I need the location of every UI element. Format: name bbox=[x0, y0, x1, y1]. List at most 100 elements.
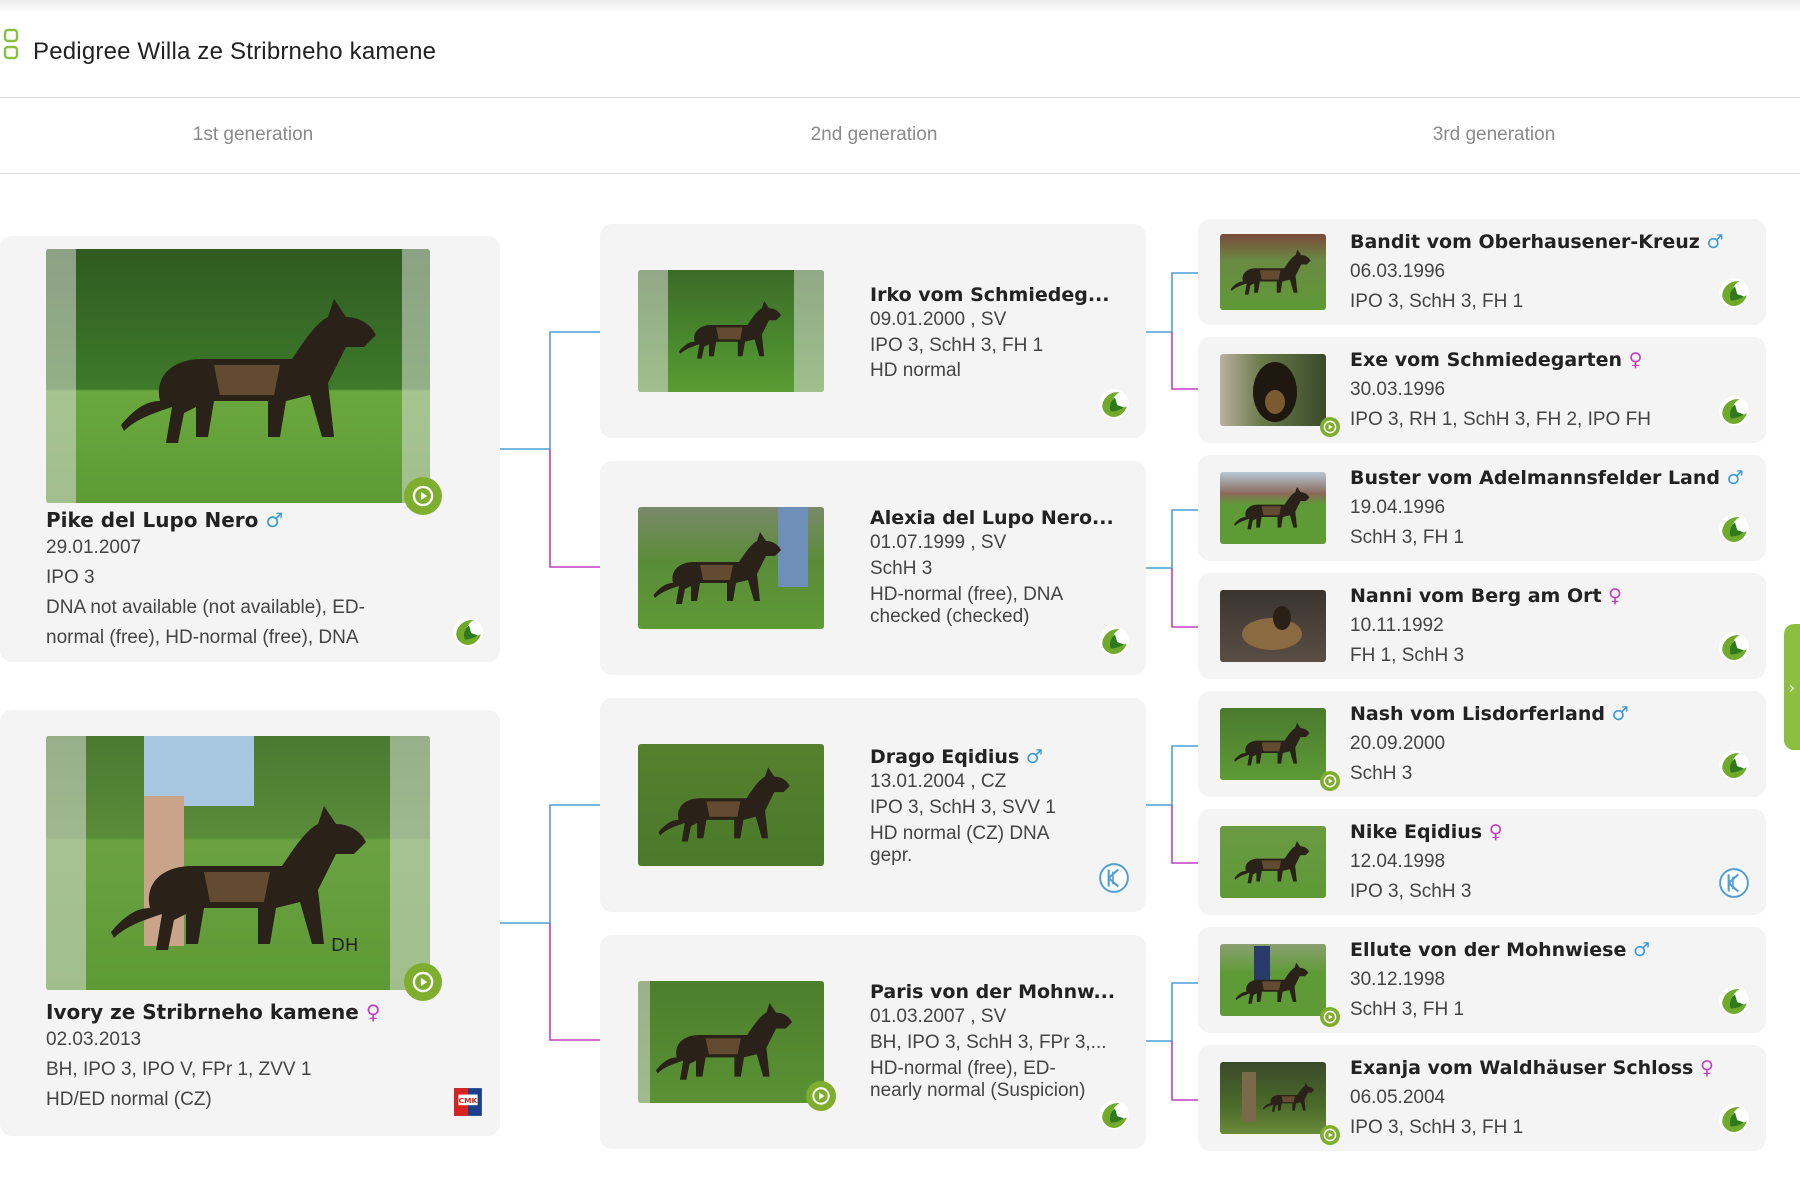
dog-photo[interactable] bbox=[638, 270, 824, 392]
play-video-button[interactable] bbox=[1320, 771, 1340, 791]
sv-breed-survey-icon[interactable] bbox=[1718, 277, 1750, 309]
dog-photo[interactable] bbox=[638, 981, 824, 1103]
health-line-1: HD-normal (free), DNA bbox=[870, 584, 1064, 605]
gen2-card-2[interactable]: Alexia del Lupo Nero... 01.07.1999 , SV … bbox=[600, 461, 1146, 675]
dog-name[interactable]: Bandit vom Oberhausener-Kreuz ♂ bbox=[1350, 231, 1723, 253]
sv-breed-survey-icon[interactable] bbox=[1718, 395, 1750, 427]
sv-breed-survey-icon[interactable] bbox=[1098, 388, 1130, 420]
gen1-card-sire[interactable]: Pike del Lupo Nero ♂ 29.01.2007 IPO 3 DN… bbox=[0, 236, 500, 662]
dog-photo[interactable] bbox=[1220, 826, 1326, 898]
dog-name[interactable]: Nike Eqidius ♀ bbox=[1350, 821, 1503, 843]
play-video-button[interactable] bbox=[404, 477, 442, 515]
health-line-1: DNA not available (not available), ED- bbox=[46, 597, 365, 618]
pedigree-logo-icon bbox=[3, 28, 19, 60]
gen3-card-4[interactable]: Nanni vom Berg am Ort ♀ 10.11.1992 FH 1,… bbox=[1198, 573, 1766, 679]
birth-date: 30.03.1996 bbox=[1350, 379, 1446, 400]
gen3-card-3[interactable]: Buster vom Adelmannsfelder Land ♂ 19.04.… bbox=[1198, 455, 1766, 561]
dog-name[interactable]: Ellute von der Mohnwiese ♂ bbox=[1350, 939, 1650, 961]
titles: SchH 3 bbox=[1350, 763, 1413, 784]
gen3-card-5[interactable]: Nash vom Lisdorferland ♂ 20.09.2000 SchH… bbox=[1198, 691, 1766, 797]
gen3-card-6[interactable]: Nike Eqidius ♀ 12.04.1998 IPO 3, SchH 3 bbox=[1198, 809, 1766, 915]
play-video-button[interactable] bbox=[806, 1081, 836, 1111]
sv-breed-survey-icon[interactable] bbox=[1098, 1099, 1130, 1131]
male-icon: ♂ bbox=[1706, 231, 1724, 253]
dog-photo[interactable] bbox=[1220, 590, 1326, 662]
birth-date: 01.07.1999 , SV bbox=[870, 532, 1007, 553]
health-line-2: gepr. bbox=[870, 845, 913, 866]
dog-name[interactable]: Drago Eqidius ♂ bbox=[870, 746, 1043, 768]
titles: IPO 3 bbox=[46, 567, 95, 588]
health-line-2: nearly normal (Suspicion) bbox=[870, 1080, 1086, 1101]
gen1-card-dam[interactable]: DH Ivory ze Stribrneho kamene ♀ 02.03.20… bbox=[0, 710, 500, 1136]
dog-photo[interactable] bbox=[1220, 1062, 1326, 1134]
side-panel-toggle[interactable]: › bbox=[1784, 624, 1800, 750]
titles: BH, IPO 3, IPO V, FPr 1, ZVV 1 bbox=[46, 1059, 312, 1080]
dog-photo[interactable] bbox=[638, 507, 824, 629]
birth-date: 12.04.1998 bbox=[1350, 851, 1446, 872]
dog-photo[interactable] bbox=[1220, 708, 1326, 780]
play-icon bbox=[1322, 419, 1338, 435]
female-icon: ♀ bbox=[1699, 1057, 1714, 1079]
dog-name[interactable]: Pike del Lupo Nero ♂ bbox=[46, 508, 283, 532]
sv-breed-survey-icon[interactable] bbox=[1718, 513, 1750, 545]
dog-name[interactable]: Nash vom Lisdorferland ♂ bbox=[1350, 703, 1629, 725]
play-video-button[interactable] bbox=[1320, 1007, 1340, 1027]
play-icon bbox=[1322, 1127, 1338, 1143]
play-icon bbox=[410, 969, 436, 995]
gen3-card-8[interactable]: Exanja vom Waldhäuser Schloss ♀ 06.05.20… bbox=[1198, 1045, 1766, 1151]
dog-name[interactable]: Paris von der Mohnw... bbox=[870, 981, 1115, 1003]
dog-name[interactable]: Ivory ze Stribrneho kamene ♀ bbox=[46, 1000, 381, 1024]
gen2-card-4[interactable]: Paris von der Mohnw... 01.03.2007 , SV B… bbox=[600, 935, 1146, 1149]
dog-photo[interactable] bbox=[638, 744, 824, 866]
health-line-1: HD-normal (free), ED- bbox=[870, 1058, 1056, 1079]
cmku-icon[interactable] bbox=[452, 1086, 484, 1118]
dog-photo[interactable] bbox=[1220, 472, 1326, 544]
play-icon bbox=[1322, 773, 1338, 789]
sv-breed-survey-icon[interactable] bbox=[1718, 749, 1750, 781]
health: HD/ED normal (CZ) bbox=[46, 1089, 212, 1110]
gen3-card-2[interactable]: Exe vom Schmiedegarten ♀ 30.03.1996 IPO … bbox=[1198, 337, 1766, 443]
health-line-2: checked (checked) bbox=[870, 606, 1030, 627]
health: HD normal bbox=[870, 360, 961, 381]
page-header: Pedigree Willa ze Stribrneho kamene bbox=[0, 14, 1800, 98]
play-icon bbox=[410, 483, 436, 509]
play-icon bbox=[1322, 1009, 1338, 1025]
dog-photo[interactable]: DH bbox=[46, 736, 430, 990]
play-video-button[interactable] bbox=[1320, 417, 1340, 437]
dog-name[interactable]: Exanja vom Waldhäuser Schloss ♀ bbox=[1350, 1057, 1714, 1079]
dog-name[interactable]: Buster vom Adelmannsfelder Land ♂ bbox=[1350, 467, 1744, 489]
sv-breed-survey-icon[interactable] bbox=[1718, 631, 1750, 663]
titles: BH, IPO 3, SchH 3, FPr 3,... bbox=[870, 1032, 1107, 1053]
dog-photo[interactable] bbox=[1220, 944, 1326, 1016]
birth-date: 09.01.2000 , SV bbox=[870, 309, 1007, 330]
gen2-card-3[interactable]: Drago Eqidius ♂ 13.01.2004 , CZ IPO 3, S… bbox=[600, 698, 1146, 912]
gen3-card-1[interactable]: Bandit vom Oberhausener-Kreuz ♂ 06.03.19… bbox=[1198, 219, 1766, 325]
gen1-header: 1st generation bbox=[192, 124, 314, 145]
titles: SchH 3 bbox=[870, 558, 933, 579]
sv-breed-survey-icon[interactable] bbox=[1718, 985, 1750, 1017]
kk-icon[interactable] bbox=[1718, 867, 1750, 899]
titles: IPO 3, SchH 3, SVV 1 bbox=[870, 797, 1056, 818]
gen3-card-7[interactable]: Ellute von der Mohnwiese ♂ 30.12.1998 Sc… bbox=[1198, 927, 1766, 1033]
play-video-button[interactable] bbox=[1320, 1125, 1340, 1145]
titles: IPO 3, SchH 3, FH 1 bbox=[870, 335, 1044, 356]
chevron-right-icon: › bbox=[1788, 677, 1796, 697]
birth-date: 13.01.2004 , CZ bbox=[870, 771, 1007, 792]
gen2-card-1[interactable]: Irko vom Schmiedeg... 09.01.2000 , SV IP… bbox=[600, 224, 1146, 438]
dog-name[interactable]: Irko vom Schmiedeg... bbox=[870, 284, 1110, 306]
dog-name[interactable]: Alexia del Lupo Nero... bbox=[870, 507, 1114, 529]
sv-breed-survey-icon[interactable] bbox=[1098, 625, 1130, 657]
kk-icon[interactable] bbox=[1098, 862, 1130, 894]
dog-photo[interactable] bbox=[1220, 354, 1326, 426]
sv-breed-survey-icon[interactable] bbox=[452, 616, 484, 648]
birth-date: 29.01.2007 bbox=[46, 537, 142, 558]
female-icon: ♀ bbox=[1608, 585, 1623, 607]
dog-name[interactable]: Nanni vom Berg am Ort ♀ bbox=[1350, 585, 1622, 607]
dog-name[interactable]: Exe vom Schmiedegarten ♀ bbox=[1350, 349, 1643, 371]
male-icon: ♂ bbox=[1611, 703, 1629, 725]
play-video-button[interactable] bbox=[404, 963, 442, 1001]
sv-breed-survey-icon[interactable] bbox=[1718, 1103, 1750, 1135]
dog-photo[interactable] bbox=[46, 249, 430, 503]
birth-date: 19.04.1996 bbox=[1350, 497, 1446, 518]
dog-photo[interactable] bbox=[1220, 234, 1326, 310]
